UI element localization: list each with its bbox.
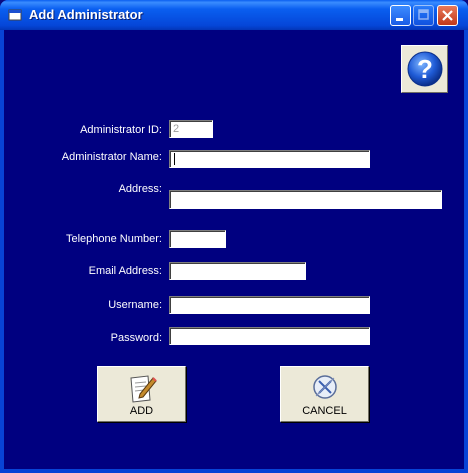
title-bar[interactable]: Add Administrator xyxy=(0,0,468,30)
close-icon xyxy=(442,10,453,21)
text-cursor xyxy=(174,153,175,165)
cancel-icon xyxy=(312,375,337,399)
form-area xyxy=(8,30,464,469)
address-field[interactable] xyxy=(169,190,442,209)
email-address-label: Email Address: xyxy=(88,265,162,277)
administrator-name-field[interactable] xyxy=(169,150,370,168)
edit-document-icon xyxy=(129,375,157,403)
address-label: Address: xyxy=(118,183,162,195)
maximize-icon xyxy=(418,9,429,20)
telephone-number-label: Telephone Number: xyxy=(65,233,162,245)
password-label: Password: xyxy=(110,332,162,344)
telephone-number-field[interactable] xyxy=(169,230,226,248)
window-icon xyxy=(8,9,22,21)
question-mark-icon: ? xyxy=(407,51,443,87)
administrator-name-label: Administrator Name: xyxy=(61,151,162,163)
cancel-button[interactable]: CANCEL xyxy=(280,366,369,422)
window-title: Add Administrator xyxy=(29,7,143,22)
help-button[interactable]: ? xyxy=(401,45,448,93)
close-button[interactable] xyxy=(437,5,458,26)
username-field[interactable] xyxy=(169,296,370,314)
cancel-button-label: CANCEL xyxy=(302,405,347,417)
password-field[interactable] xyxy=(169,327,370,345)
svg-text:?: ? xyxy=(417,54,433,84)
username-label: Username: xyxy=(108,299,162,311)
add-button[interactable]: ADD xyxy=(97,366,186,422)
administrator-id-field xyxy=(169,120,213,138)
minimize-icon xyxy=(396,18,403,21)
add-button-label: ADD xyxy=(129,405,154,417)
minimize-button[interactable] xyxy=(390,5,411,26)
administrator-id-label: Administrator ID: xyxy=(80,124,162,136)
email-address-field[interactable] xyxy=(169,262,306,280)
maximize-button[interactable] xyxy=(413,5,434,26)
